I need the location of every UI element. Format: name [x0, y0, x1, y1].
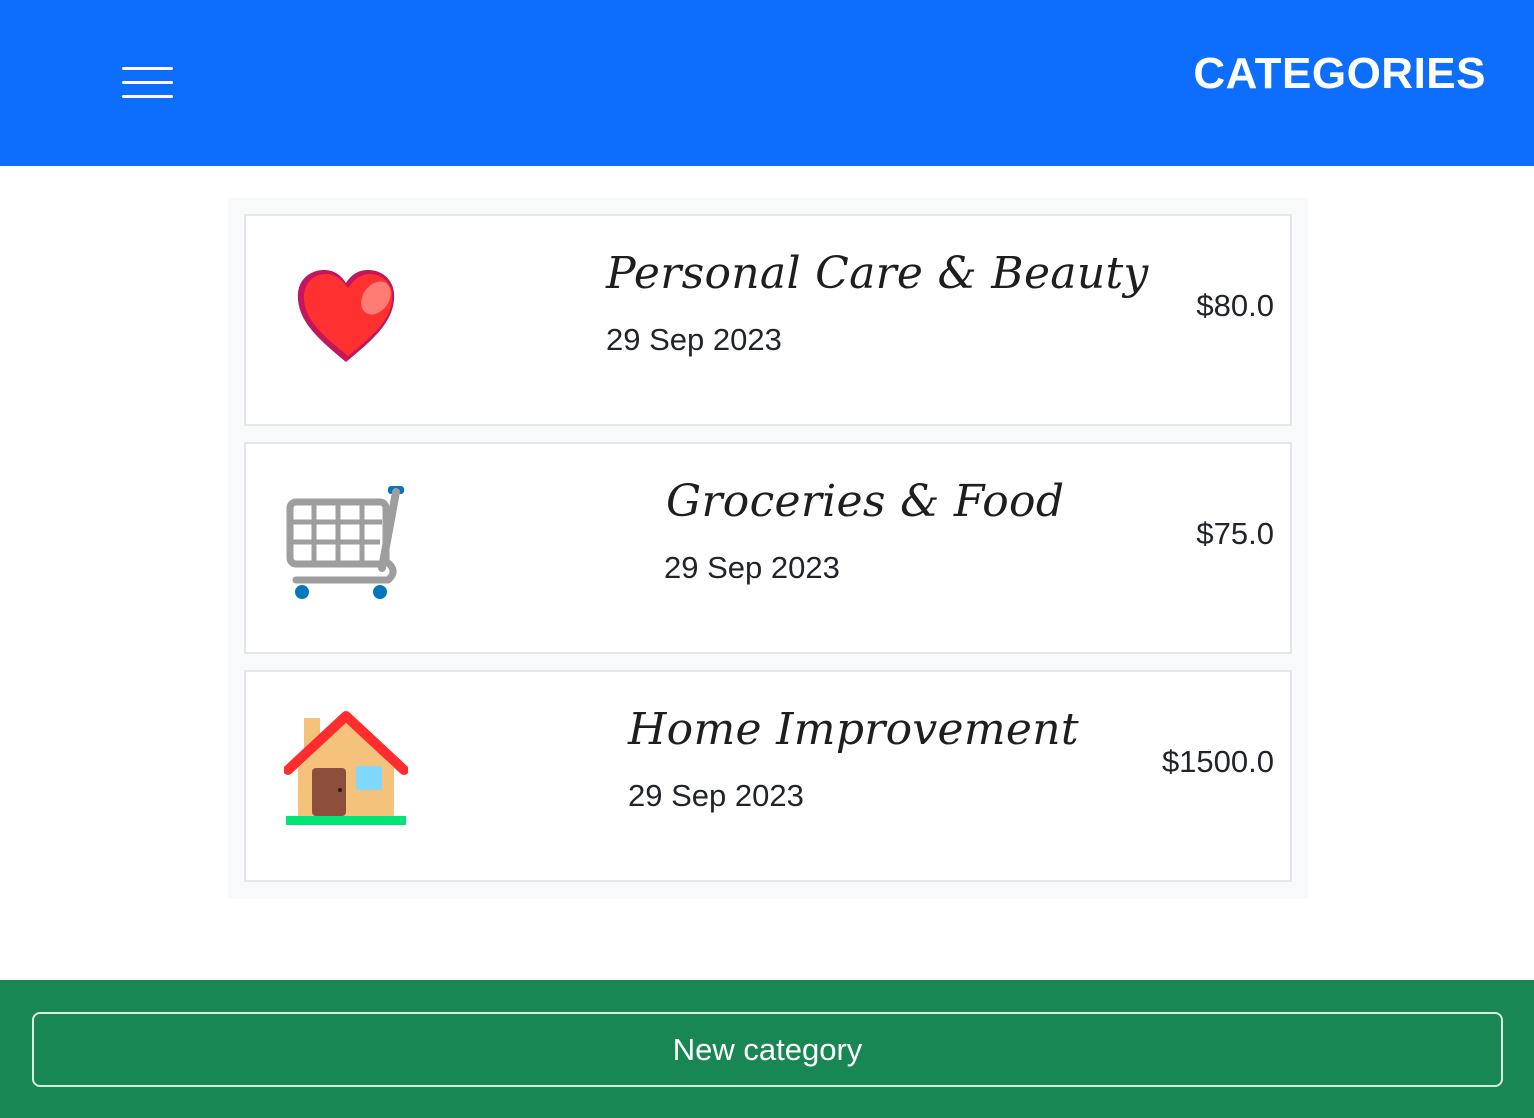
category-card[interactable]: Home Improvement 29 Sep 2023 $1500.0: [244, 670, 1292, 882]
category-card[interactable]: Personal Care & Beauty 29 Sep 2023 $80.0: [244, 214, 1292, 426]
hamburger-menu-icon-bar: [122, 81, 173, 84]
app-header: CATEGORIES: [0, 0, 1534, 166]
category-name: Home Improvement: [628, 704, 1079, 755]
category-amount: $1500.0: [1161, 744, 1274, 779]
hamburger-menu-icon-bar: [122, 95, 173, 98]
category-name: Personal Care & Beauty: [606, 248, 1149, 299]
page-title: CATEGORIES: [1193, 49, 1486, 98]
categories-list: Personal Care & Beauty 29 Sep 2023 $80.0: [228, 198, 1308, 899]
hamburger-menu-icon: [122, 67, 173, 70]
house-icon: [284, 711, 408, 825]
menu-button[interactable]: [110, 55, 186, 111]
category-date: 29 Sep 2023: [628, 778, 804, 813]
category-info: Personal Care & Beauty 29 Sep 2023: [606, 244, 1149, 358]
category-amount: $80.0: [1196, 288, 1274, 323]
new-category-button[interactable]: New category: [32, 1012, 1503, 1087]
category-date: 29 Sep 2023: [606, 322, 782, 357]
heart-icon: [297, 270, 395, 362]
categories-page: CATEGORIES Personal Care & Beauty 29 Sep…: [0, 0, 1534, 1118]
category-name: Groceries & Food: [666, 476, 1065, 527]
footer-bar: New category: [0, 980, 1534, 1118]
category-card[interactable]: Groceries & Food 29 Sep 2023 $75.0: [244, 442, 1292, 654]
shopping-cart-icon: [286, 486, 404, 599]
category-info: Groceries & Food 29 Sep 2023: [664, 472, 1065, 586]
category-date: 29 Sep 2023: [664, 550, 840, 585]
category-info: Home Improvement 29 Sep 2023: [628, 700, 1079, 814]
category-amount: $75.0: [1196, 516, 1274, 551]
